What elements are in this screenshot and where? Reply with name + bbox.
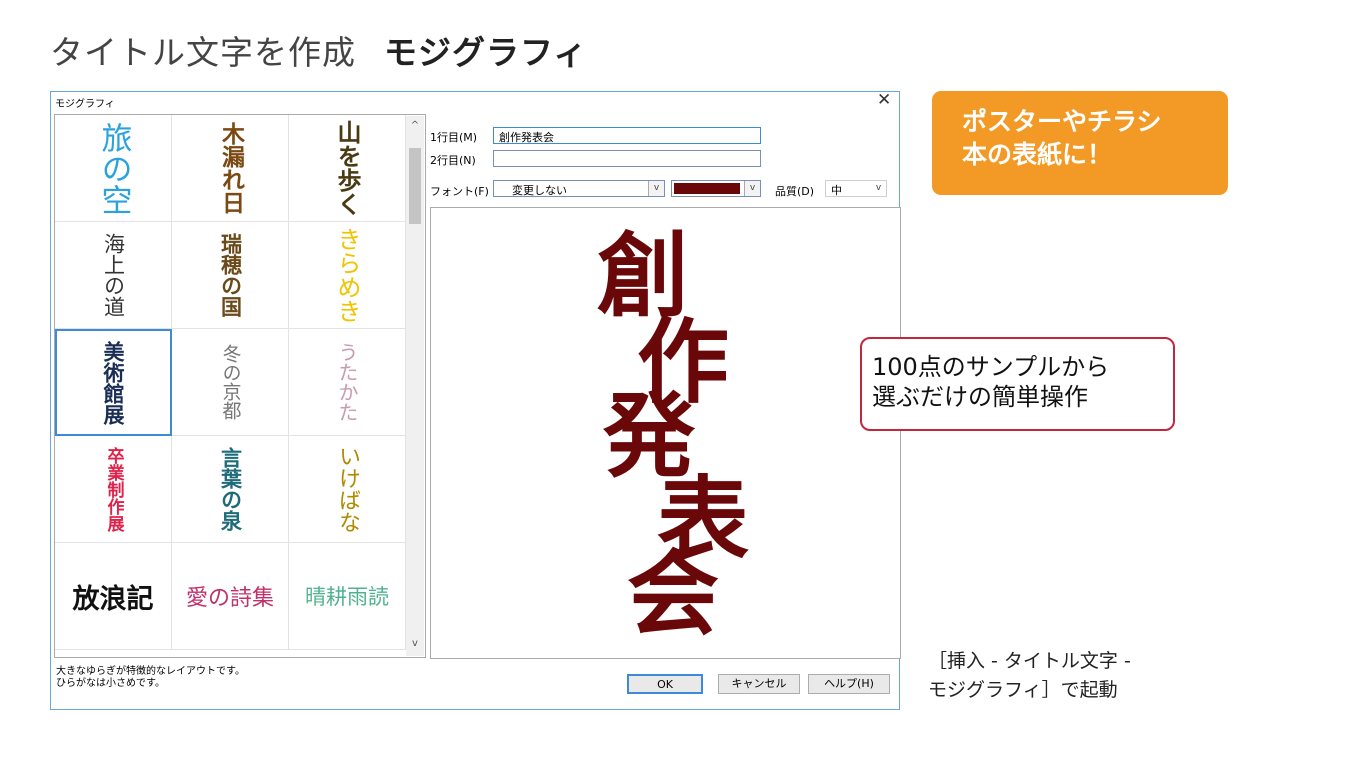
feature-callout: ポスターやチラシ 本の表紙に！	[932, 91, 1228, 195]
gallery-item[interactable]: 木漏れ日	[172, 115, 289, 222]
gallery-item-label: 晴耕雨読	[305, 585, 389, 609]
gallery-item-label: 愛の詩集	[185, 586, 274, 611]
gallery-item-label: 旅の空	[95, 121, 132, 215]
launch-instruction-line1: ［挿入 - タイトル文字 -	[928, 650, 1131, 672]
feature-callout-line2: 本の表紙に！	[962, 140, 1113, 169]
gallery-item-label: きらめき	[333, 227, 361, 323]
gallery-item-label: うたかた	[335, 342, 359, 422]
gallery-item[interactable]: 瑞穂の国	[172, 222, 289, 329]
gallery-item[interactable]: 海上の道	[55, 222, 172, 329]
sample-callout-line2: 選ぶだけの簡単操作	[872, 383, 1088, 411]
font-select[interactable]: 変更しない v	[493, 180, 665, 197]
gallery-item[interactable]: いけばな	[289, 436, 406, 543]
gallery-item-label: 木漏れ日	[217, 122, 244, 214]
chevron-down-icon: v	[871, 181, 886, 196]
sample-callout: 100点のサンプルから 選ぶだけの簡単操作	[860, 337, 1175, 431]
chevron-down-icon: v	[648, 181, 664, 196]
feature-callout-line1: ポスターやチラシ	[962, 107, 1162, 136]
gallery-item-label: 山を歩く	[333, 120, 361, 216]
color-select[interactable]: v	[671, 180, 761, 197]
gallery-item[interactable]: 言葉の泉	[172, 436, 289, 543]
gallery-item[interactable]: きらめき	[289, 222, 406, 329]
gallery-item[interactable]: 旅の空	[55, 115, 172, 222]
ok-button[interactable]: OK	[627, 674, 703, 694]
gallery-item[interactable]: 卒業制作展	[55, 436, 172, 543]
gallery-item[interactable]: うたかた	[289, 329, 406, 436]
layout-description: 大きなゆらぎが特徴的なレイアウトです。 ひらがなは小さめです。	[56, 666, 245, 690]
page-title: タイトル文字を作成 モジグラフィ	[50, 26, 587, 74]
gallery-item-label: 海上の道	[101, 233, 126, 317]
quality-label: 品質(D)	[775, 185, 815, 198]
gallery-item[interactable]: 冬の京都	[172, 329, 289, 436]
mojigraphy-dialog: モジグラフィ ✕ 旅の空 木漏れ日 山を歩く 海上の道 瑞穂の国 きらめき 美術…	[50, 90, 901, 710]
quality-select-value: 中	[831, 184, 842, 197]
help-button[interactable]: ヘルプ(H)	[808, 674, 890, 694]
cancel-button[interactable]: キャンセル	[718, 674, 800, 694]
font-label: フォント(F)	[430, 185, 489, 198]
gallery-item[interactable]: 愛の詩集	[172, 543, 289, 650]
page-title-bold: モジグラフィ	[384, 33, 588, 72]
gallery-item-label: 瑞穂の国	[218, 233, 243, 317]
gallery-item-label: 言葉の泉	[218, 447, 243, 531]
quality-select[interactable]: 中 v	[825, 180, 887, 197]
preview-char: 会	[627, 540, 720, 648]
gallery-item[interactable]: 晴耕雨読	[289, 543, 406, 650]
launch-instruction-line2: モジグラフィ］で起動	[928, 679, 1118, 701]
scroll-thumb[interactable]	[409, 148, 421, 224]
style-gallery: 旅の空 木漏れ日 山を歩く 海上の道 瑞穂の国 きらめき 美術館展 冬の京都 う…	[54, 114, 426, 658]
layout-description-line1: 大きなゆらぎが特徴的なレイアウトです。	[56, 666, 245, 677]
gallery-item-label: 冬の京都	[219, 344, 242, 420]
gallery-item-selected[interactable]: 美術館展	[55, 329, 172, 436]
line2-label: 2行目(N)	[430, 154, 476, 167]
line2-input[interactable]	[493, 150, 761, 167]
scroll-up-icon[interactable]: ^	[406, 120, 424, 131]
gallery-item-label: いけばな	[335, 445, 360, 533]
preview-area: 創 作 発 表 会	[430, 207, 901, 659]
close-icon[interactable]: ✕	[877, 90, 891, 110]
chevron-down-icon: v	[744, 181, 760, 196]
scroll-down-icon[interactable]: v	[406, 638, 424, 649]
sample-callout-line1: 100点のサンプルから	[872, 353, 1110, 381]
layout-description-line2: ひらがなは小さめです。	[56, 678, 165, 689]
font-select-value: 変更しない	[512, 184, 567, 197]
color-swatch	[674, 183, 740, 194]
gallery-item-label: 美術館展	[101, 340, 126, 425]
line1-label: 1行目(M)	[430, 131, 478, 144]
gallery-item-label: 放浪記	[72, 583, 154, 615]
page-title-main: タイトル文字を作成	[50, 33, 356, 72]
line1-input[interactable]: 創作発表会	[493, 127, 761, 144]
launch-instruction: ［挿入 - タイトル文字 - モジグラフィ］で起動	[928, 647, 1131, 705]
dialog-title: モジグラフィ	[55, 99, 115, 110]
gallery-item[interactable]: 放浪記	[55, 543, 172, 650]
gallery-item-label: 卒業制作展	[103, 446, 124, 532]
gallery-item[interactable]: 山を歩く	[289, 115, 406, 222]
gallery-scrollbar[interactable]: ^ v	[406, 116, 424, 656]
